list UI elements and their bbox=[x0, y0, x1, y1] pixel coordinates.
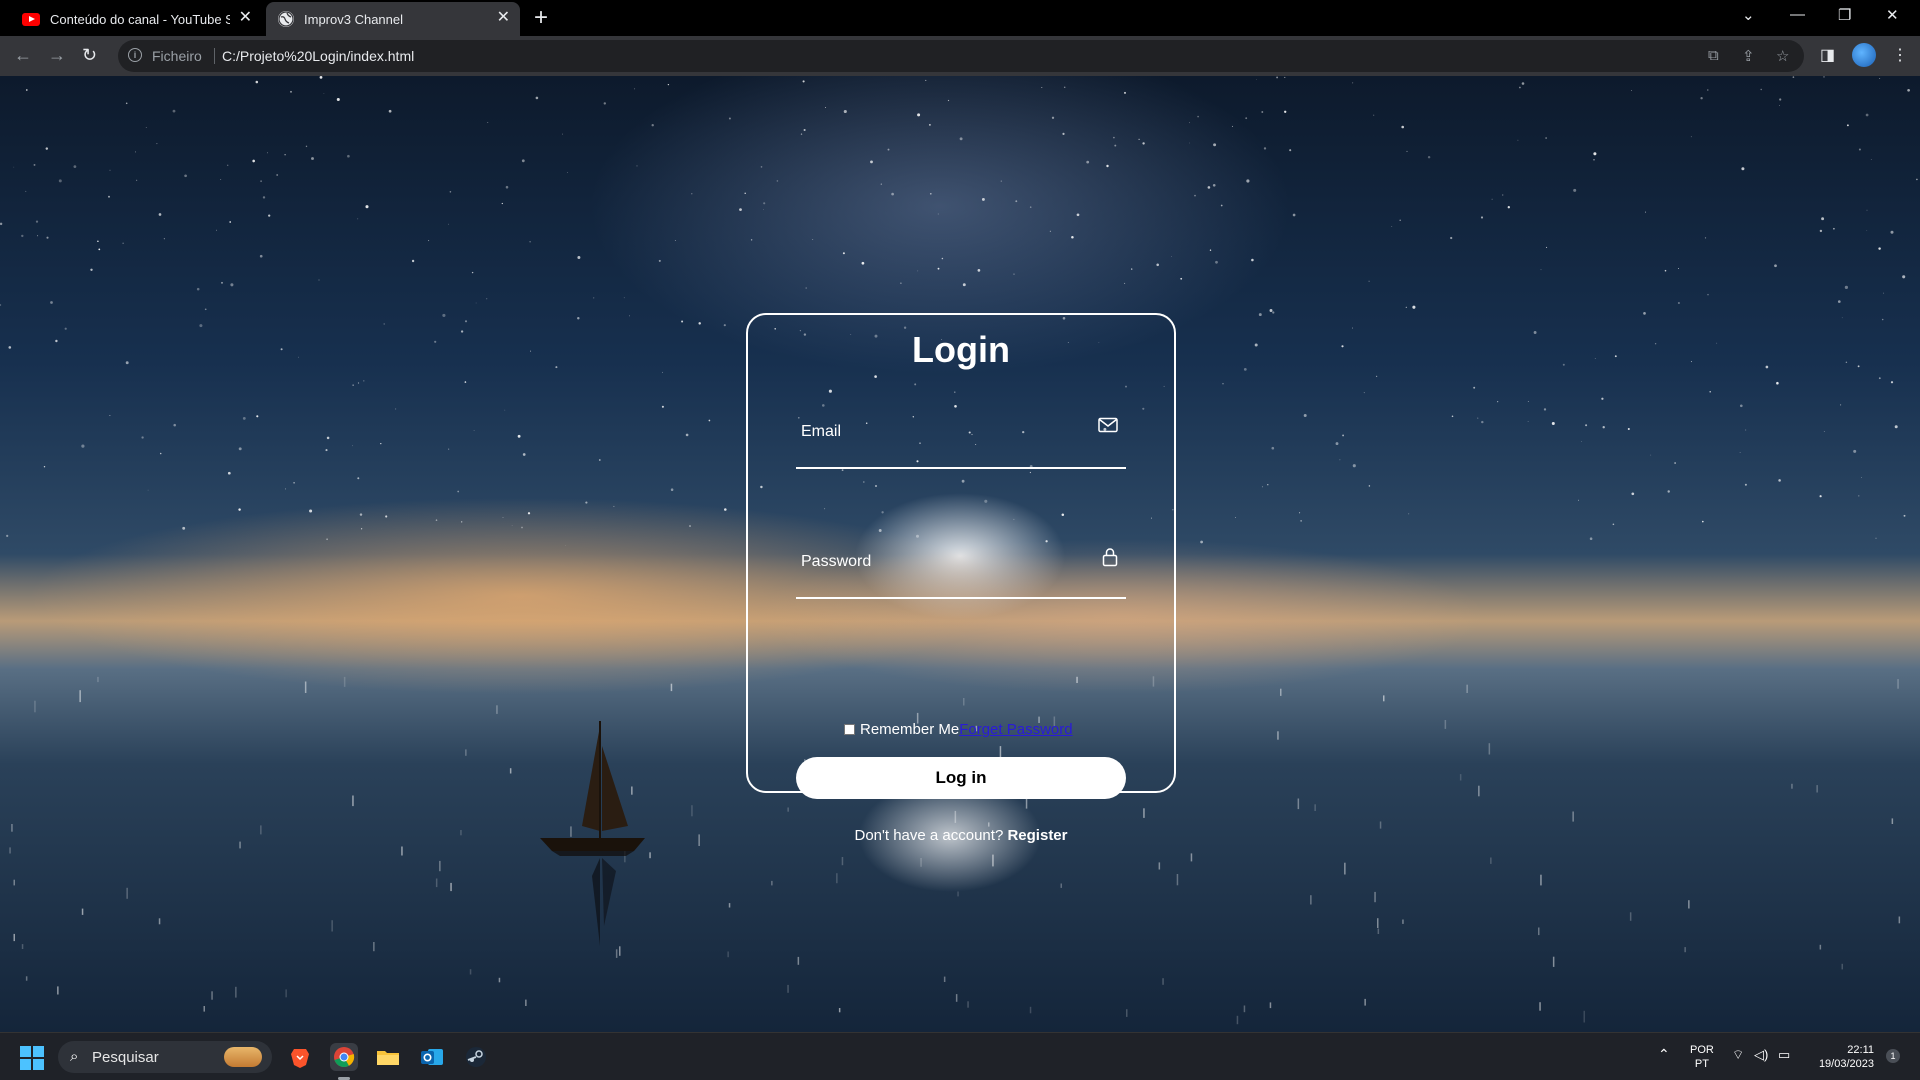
email-input[interactable] bbox=[796, 397, 1126, 467]
remember-row: Remember Me Forget Password bbox=[844, 721, 1073, 738]
tab-title: Improv3 Channel bbox=[304, 11, 403, 27]
register-link[interactable]: Register bbox=[1007, 827, 1067, 844]
clock-date: 19/03/2023 bbox=[1818, 1058, 1874, 1070]
close-tab-icon[interactable]: ✕ bbox=[239, 10, 252, 26]
search-icon: ⌕ bbox=[70, 1048, 79, 1065]
page-background: Login Remember MeForget Password Log in … bbox=[0, 76, 1920, 1032]
tray-overflow-chevron-icon[interactable]: ⌃ bbox=[1658, 1047, 1670, 1061]
share-icon[interactable]: ⇪ bbox=[1742, 47, 1755, 65]
password-input[interactable] bbox=[796, 527, 1126, 597]
taskbar-search[interactable]: ⌕ Pesquisar bbox=[58, 1041, 272, 1073]
url-text[interactable]: C:/Projeto%20Login/index.html bbox=[222, 48, 414, 64]
divider bbox=[214, 48, 215, 64]
volume-icon[interactable]: ◁) bbox=[1754, 1048, 1768, 1062]
password-field-wrapper bbox=[796, 527, 1126, 599]
remember-checkbox[interactable] bbox=[844, 724, 855, 735]
tab-search-icon[interactable]: ⌄ bbox=[1742, 6, 1755, 24]
taskbar-search-label: Pesquisar bbox=[92, 1049, 159, 1066]
profile-avatar[interactable] bbox=[1852, 43, 1876, 67]
login-button[interactable]: Log in bbox=[796, 757, 1126, 799]
language-indicator[interactable]: POR PT bbox=[1690, 1043, 1714, 1071]
forgot-password-link[interactable]: Forget Password bbox=[959, 721, 1072, 738]
browser-toolbar: ← → ↻ i Ficheiro C:/Projeto%20Login/inde… bbox=[0, 36, 1920, 76]
email-field-wrapper bbox=[796, 397, 1126, 469]
tab-strip: Conteúdo do canal - YouTube Studio ✕ Imp… bbox=[0, 0, 1920, 36]
windows-taskbar: ⌕ Pesquisar ⌃ POR PT ⌔ ◁) ▭ 22:11 19/03/… bbox=[0, 1032, 1920, 1080]
scheme-label: Ficheiro bbox=[152, 48, 202, 64]
sailboat-silhouette bbox=[540, 721, 645, 946]
forward-icon[interactable]: → bbox=[48, 44, 66, 66]
bookmark-star-icon[interactable]: ☆ bbox=[1776, 47, 1789, 65]
tab-youtube-studio[interactable]: Conteúdo do canal - YouTube Studio ✕ bbox=[12, 2, 262, 36]
menu-kebab-icon[interactable]: ⋮ bbox=[1892, 45, 1908, 65]
steam-icon[interactable] bbox=[462, 1043, 490, 1071]
envelope-icon bbox=[1098, 417, 1118, 438]
translate-icon[interactable]: ⧉ bbox=[1708, 47, 1719, 64]
reload-icon[interactable]: ↻ bbox=[82, 44, 97, 66]
restore-icon[interactable]: ❐ bbox=[1838, 6, 1851, 24]
side-panel-icon[interactable]: ◨ bbox=[1820, 45, 1835, 65]
remember-label[interactable]: Remember Me bbox=[860, 721, 959, 738]
tab-title: Conteúdo do canal - YouTube Studio bbox=[50, 11, 230, 27]
back-icon[interactable]: ← bbox=[14, 44, 32, 66]
minimize-icon[interactable]: — bbox=[1790, 6, 1805, 23]
register-prompt-text: Don't have a account? bbox=[854, 827, 1004, 844]
brave-icon[interactable] bbox=[286, 1043, 314, 1071]
clock-time: 22:11 bbox=[1847, 1044, 1874, 1056]
globe-icon bbox=[278, 11, 294, 27]
login-title: Login bbox=[912, 329, 1010, 370]
address-bar[interactable]: i Ficheiro C:/Projeto%20Login/index.html… bbox=[118, 40, 1804, 72]
chrome-icon[interactable] bbox=[330, 1043, 358, 1071]
close-tab-icon[interactable]: ✕ bbox=[497, 10, 510, 26]
login-card: Login Remember MeForget Password Log in … bbox=[746, 313, 1176, 844]
register-prompt: Don't have a account? Register bbox=[748, 827, 1174, 844]
tab-improv3-channel[interactable]: Improv3 Channel ✕ bbox=[266, 2, 520, 36]
youtube-icon bbox=[22, 12, 40, 26]
notification-badge[interactable]: 1 bbox=[1886, 1049, 1900, 1063]
windows-start-icon[interactable] bbox=[20, 1046, 44, 1070]
file-explorer-icon[interactable] bbox=[374, 1043, 402, 1071]
wifi-icon[interactable]: ⌔ bbox=[1732, 1048, 1744, 1062]
lock-icon bbox=[1102, 547, 1118, 572]
outlook-icon[interactable] bbox=[418, 1043, 446, 1071]
search-highlight-icon[interactable] bbox=[224, 1047, 262, 1067]
new-tab-button[interactable]: + bbox=[534, 4, 548, 32]
keyboard-region: PT bbox=[1694, 1058, 1709, 1070]
clock[interactable]: 22:11 19/03/2023 bbox=[1812, 1043, 1874, 1071]
battery-icon[interactable]: ▭ bbox=[1778, 1048, 1790, 1062]
info-icon[interactable]: i bbox=[128, 48, 142, 62]
language-code: POR bbox=[1690, 1044, 1714, 1056]
window-close-icon[interactable]: ✕ bbox=[1886, 6, 1899, 24]
